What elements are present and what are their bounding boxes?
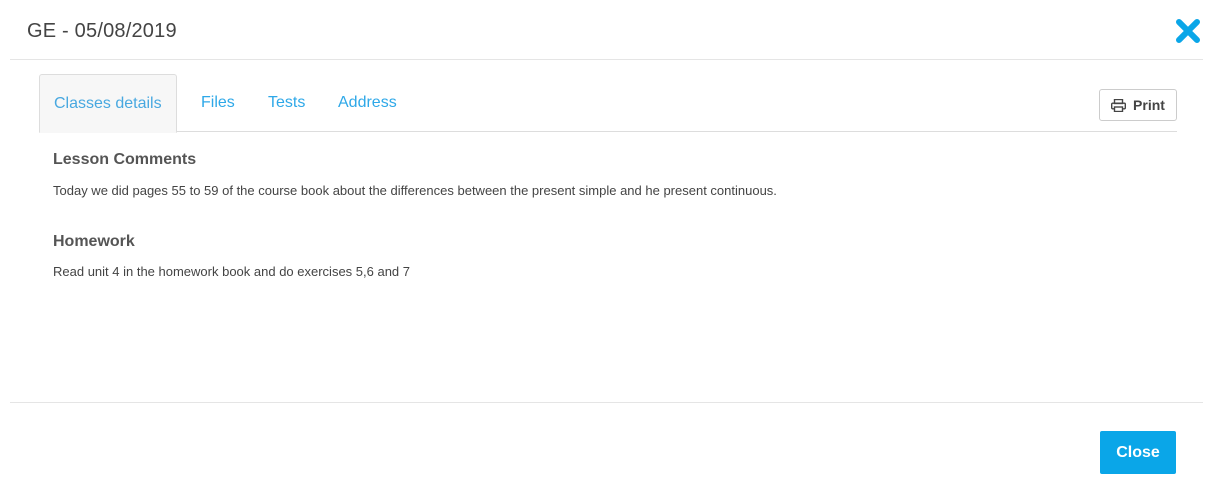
lesson-comments-title: Lesson Comments	[53, 151, 197, 168]
close-x-icon[interactable]	[1175, 18, 1201, 44]
tab-address[interactable]: Address	[324, 74, 411, 132]
tab-files[interactable]: Files	[187, 74, 249, 132]
modal-title: GE - 05/08/2019	[27, 20, 177, 42]
tab-tests[interactable]: Tests	[254, 74, 319, 132]
close-button[interactable]: Close	[1100, 431, 1176, 474]
lesson-comments-text: Today we did pages 55 to 59 of the cours…	[53, 183, 777, 198]
homework-text: Read unit 4 in the homework book and do …	[53, 264, 411, 279]
homework-title: Homework	[53, 233, 135, 250]
footer-divider	[10, 402, 1203, 403]
print-button[interactable]: Print	[1099, 89, 1177, 121]
modal-header: GE - 05/08/2019	[10, 0, 1203, 60]
tabs-bar: Classes details Files Tests Address Prin…	[39, 74, 1177, 133]
print-label: Print	[1133, 97, 1165, 113]
tab-classes-details[interactable]: Classes details	[39, 74, 177, 133]
printer-icon	[1111, 98, 1127, 112]
class-details-modal: GE - 05/08/2019 Classes details Files Te…	[0, 0, 1223, 497]
